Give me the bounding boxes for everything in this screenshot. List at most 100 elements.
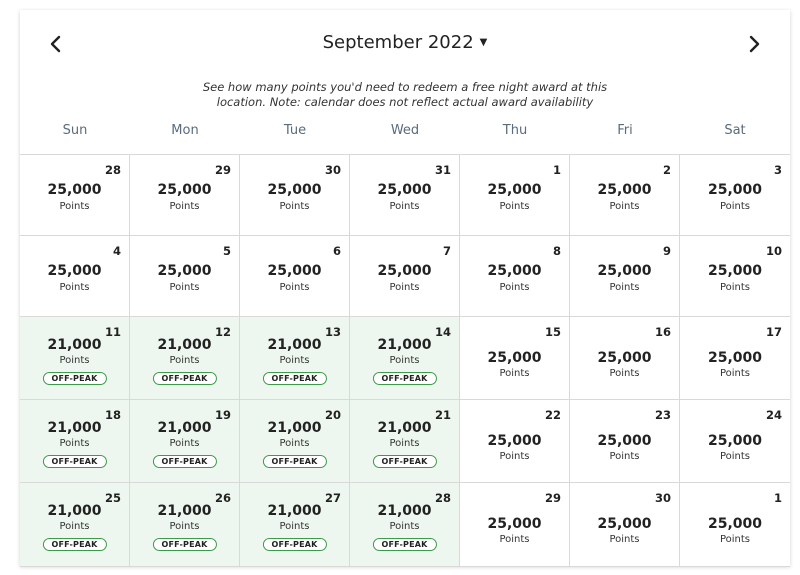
- points-value: 25,000: [47, 182, 102, 198]
- day-cell[interactable]: 31 25,000 Points: [350, 155, 460, 236]
- day-number: 28: [104, 163, 121, 177]
- day-cell[interactable]: 18 21,000 Points OFF-PEAK: [20, 400, 130, 483]
- points-label: Points: [59, 521, 90, 532]
- points-value: 21,000: [267, 503, 322, 519]
- points-value: 25,000: [157, 182, 212, 198]
- day-cell[interactable]: 7 25,000 Points: [350, 236, 460, 317]
- day-cell[interactable]: 9 25,000 Points: [570, 236, 680, 317]
- points-value: 25,000: [487, 263, 542, 279]
- points-label: Points: [609, 368, 640, 379]
- day-cell[interactable]: 1 25,000 Points: [460, 155, 570, 236]
- offpeak-badge: OFF-PEAK: [42, 455, 107, 468]
- day-cell[interactable]: 20 21,000 Points OFF-PEAK: [240, 400, 350, 483]
- points-label: Points: [169, 521, 200, 532]
- next-month-button[interactable]: [740, 30, 768, 58]
- day-cell[interactable]: 10 25,000 Points: [680, 236, 790, 317]
- points-value: 25,000: [267, 263, 322, 279]
- offpeak-badge: OFF-PEAK: [262, 538, 327, 551]
- calendar-header: September 2022 ▼: [20, 10, 790, 80]
- points-label: Points: [609, 451, 640, 462]
- points-label: Points: [389, 355, 420, 366]
- day-number: 4: [112, 244, 121, 258]
- points-value: 25,000: [157, 263, 212, 279]
- day-number: 17: [765, 325, 782, 339]
- offpeak-badge: OFF-PEAK: [152, 538, 217, 551]
- day-number: 1: [773, 491, 782, 505]
- calendar-note: See how many points you'd need to redeem…: [20, 80, 790, 110]
- points-value: 25,000: [707, 350, 763, 366]
- day-number: 6: [332, 244, 341, 258]
- weekday-label: Tue: [283, 123, 307, 138]
- day-number: 30: [654, 491, 671, 505]
- day-cell[interactable]: 6 25,000 Points: [240, 236, 350, 317]
- day-cell[interactable]: 12 21,000 Points OFF-PEAK: [130, 317, 240, 400]
- day-cell[interactable]: 28 21,000 Points OFF-PEAK: [350, 483, 460, 567]
- day-number: 3: [773, 163, 782, 177]
- points-value: 21,000: [47, 420, 102, 436]
- day-cell[interactable]: 8 25,000 Points: [460, 236, 570, 317]
- day-number: 24: [765, 408, 782, 422]
- day-cell[interactable]: 1 25,000 Points: [680, 483, 790, 567]
- offpeak-badge: OFF-PEAK: [152, 455, 217, 468]
- points-value: 21,000: [377, 337, 432, 353]
- calendar-grid: 28 25,000 Points 29 25,000 Points 30 25,000 Poin…: [20, 154, 790, 567]
- day-cell[interactable]: 14 21,000 Points OFF-PEAK: [350, 317, 460, 400]
- points-value: 21,000: [157, 337, 212, 353]
- day-cell[interactable]: 11 21,000 Points OFF-PEAK: [20, 317, 130, 400]
- points-label: Points: [59, 355, 90, 366]
- day-cell[interactable]: 30 25,000 Points: [570, 483, 680, 567]
- points-label: Points: [499, 368, 530, 379]
- day-cell[interactable]: 13 21,000 Points OFF-PEAK: [240, 317, 350, 400]
- points-value: 25,000: [707, 263, 763, 279]
- day-cell[interactable]: 23 25,000 Points: [570, 400, 680, 483]
- day-number: 8: [552, 244, 561, 258]
- weekday-label: Thu: [502, 123, 528, 138]
- points-label: Points: [169, 282, 200, 293]
- offpeak-badge: OFF-PEAK: [262, 455, 327, 468]
- day-cell[interactable]: 17 25,000 Points: [680, 317, 790, 400]
- day-cell[interactable]: 24 25,000 Points: [680, 400, 790, 483]
- day-cell[interactable]: 26 21,000 Points OFF-PEAK: [130, 483, 240, 567]
- points-label: Points: [719, 451, 751, 462]
- day-number: 29: [214, 163, 231, 177]
- day-cell[interactable]: 25 21,000 Points OFF-PEAK: [20, 483, 130, 567]
- note-line-1: See how many points you'd need to redeem…: [202, 80, 608, 94]
- month-selector[interactable]: September 2022 ▼: [20, 32, 790, 53]
- day-cell[interactable]: 16 25,000 Points: [570, 317, 680, 400]
- day-cell[interactable]: 2 25,000 Points: [570, 155, 680, 236]
- weekday-label: Fri: [617, 123, 633, 138]
- day-cell[interactable]: 30 25,000 Points: [240, 155, 350, 236]
- points-value: 25,000: [707, 433, 763, 449]
- chevron-right-icon: [749, 35, 760, 53]
- day-number: 2: [662, 163, 671, 177]
- day-cell[interactable]: 28 25,000 Points: [20, 155, 130, 236]
- day-cell[interactable]: 19 21,000 Points OFF-PEAK: [130, 400, 240, 483]
- points-value: 21,000: [377, 420, 432, 436]
- day-cell[interactable]: 5 25,000 Points: [130, 236, 240, 317]
- day-cell[interactable]: 29 25,000 Points: [130, 155, 240, 236]
- points-label: Points: [169, 438, 200, 449]
- calendar-card: September 2022 ▼ See how many points you'…: [20, 10, 790, 567]
- day-cell[interactable]: 27 21,000 Points OFF-PEAK: [240, 483, 350, 567]
- points-label: Points: [389, 201, 420, 212]
- day-cell[interactable]: 3 25,000 Points: [680, 155, 790, 236]
- caret-down-icon: ▼: [479, 37, 488, 48]
- points-value: 21,000: [267, 420, 322, 436]
- weekday-header: Sun Mon Tue Wed Thu Fri Sat: [20, 123, 790, 143]
- day-number: 30: [324, 163, 341, 177]
- day-cell[interactable]: 22 25,000 Points: [460, 400, 570, 483]
- points-label: Points: [279, 282, 310, 293]
- offpeak-badge: OFF-PEAK: [262, 372, 327, 385]
- points-value: 21,000: [267, 337, 322, 353]
- weekday-label: Wed: [390, 123, 420, 138]
- points-value: 21,000: [47, 337, 102, 353]
- points-value: 25,000: [707, 516, 763, 532]
- day-cell[interactable]: 15 25,000 Points: [460, 317, 570, 400]
- day-cell[interactable]: 29 25,000 Points: [460, 483, 570, 567]
- day-cell[interactable]: 21 21,000 Points OFF-PEAK: [350, 400, 460, 483]
- points-value: 21,000: [377, 503, 432, 519]
- points-label: Points: [609, 201, 640, 212]
- day-cell[interactable]: 4 25,000 Points: [20, 236, 130, 317]
- day-number: 23: [654, 408, 671, 422]
- points-label: Points: [719, 282, 751, 293]
